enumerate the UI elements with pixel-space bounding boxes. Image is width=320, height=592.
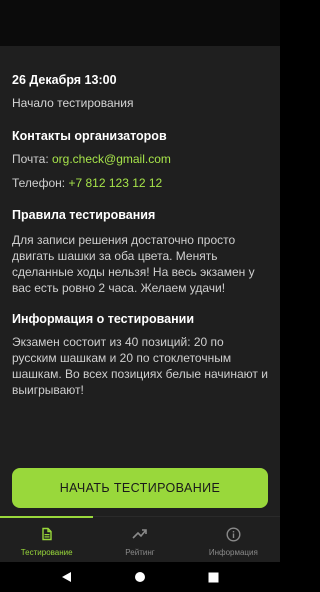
email-link[interactable]: org.check@gmail.com: [52, 152, 171, 166]
main-content: 26 Декабря 13:00 Начало тестирования Кон…: [0, 46, 280, 516]
trending-up-icon: [132, 526, 148, 542]
tab-info[interactable]: Информация: [187, 517, 280, 563]
tab-rating[interactable]: Рейтинг: [93, 517, 186, 563]
rules-text: Для записи решения достаточно просто дви…: [12, 233, 255, 295]
info-text: Экзамен состоит из 40 позиций: 20 по рус…: [12, 335, 268, 397]
bottom-nav: Тестирование Рейтинг Информация: [0, 516, 280, 562]
event-date: 26 Декабря 13:00: [12, 73, 117, 87]
contacts-heading: Контакты организаторов: [12, 129, 167, 143]
tab-info-label: Информация: [208, 548, 258, 557]
tab-testing[interactable]: Тестирование: [0, 517, 93, 563]
phone-label: Телефон:: [12, 176, 66, 190]
document-icon: [39, 526, 55, 542]
recents-square-icon: [208, 572, 219, 582]
email-label: Почта:: [12, 152, 49, 166]
phone-row: Телефон: +7 812 123 12 12: [12, 176, 162, 190]
home-circle-icon: [134, 572, 145, 582]
tab-testing-label: Тестирование: [20, 548, 73, 557]
tab-rating-label: Рейтинг: [125, 548, 155, 557]
event-start-label: Начало тестирования: [12, 96, 134, 110]
back-triangle-icon: [61, 572, 71, 582]
phone-link[interactable]: +7 812 123 12 12: [68, 176, 162, 190]
home-button[interactable]: [125, 562, 155, 592]
status-bar: [0, 0, 280, 46]
start-test-button[interactable]: НАЧАТЬ ТЕСТИРОВАНИЕ: [12, 468, 268, 508]
back-button[interactable]: [52, 562, 82, 592]
info-icon: [225, 526, 241, 542]
email-row: Почта: org.check@gmail.com: [12, 152, 171, 166]
rules-heading: Правила тестирования: [12, 208, 156, 222]
recents-button[interactable]: [198, 562, 228, 592]
info-heading: Информация о тестировании: [12, 312, 195, 326]
system-nav-bar: [0, 562, 280, 592]
active-tab-indicator: [0, 516, 93, 518]
